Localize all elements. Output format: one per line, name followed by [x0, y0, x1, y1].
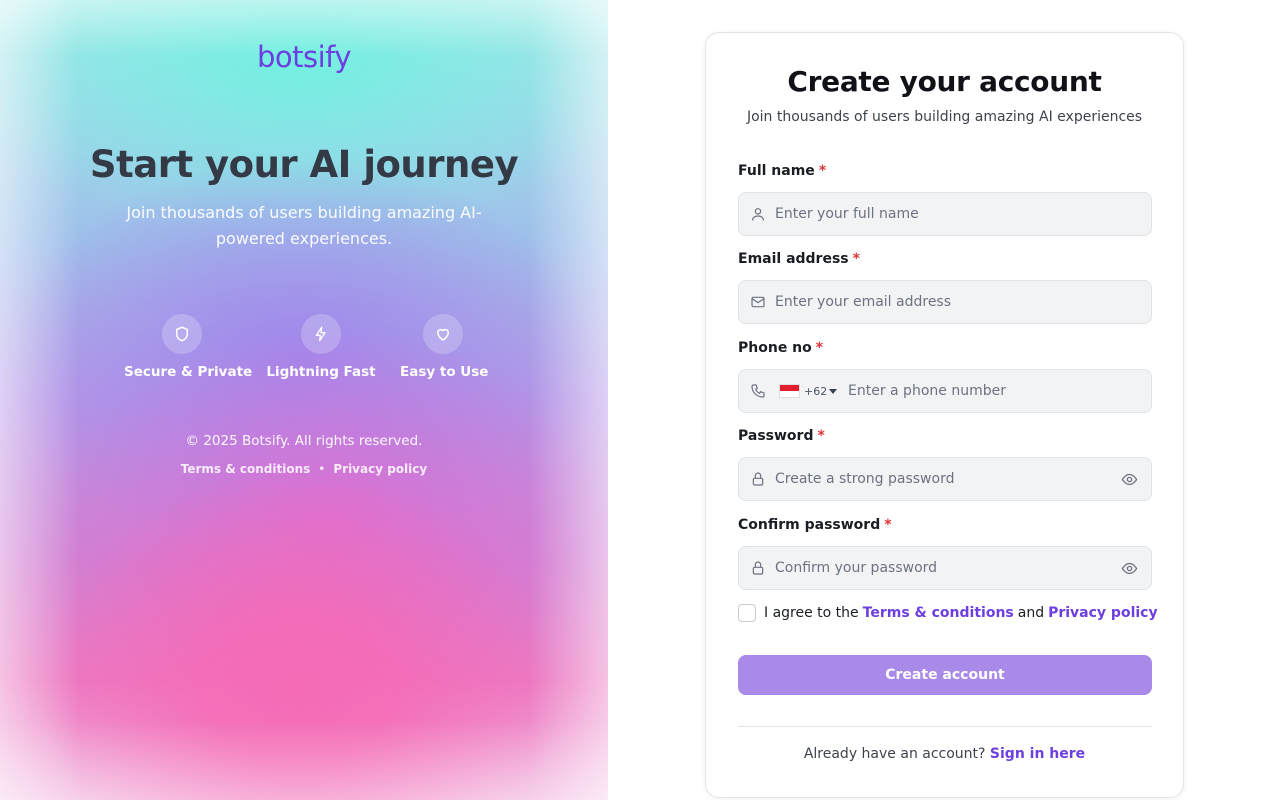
signup-card: Create your account Join thousands of us…	[705, 32, 1184, 798]
phone-box: +62	[738, 369, 1152, 413]
signin-prompt: Already have an account?	[803, 746, 986, 762]
hero-title: Start your AI journey	[89, 143, 519, 186]
full-name-field: Full name *	[738, 162, 1152, 236]
hero-panel: botsify Start your AI journey Join thous…	[0, 0, 608, 800]
email-label: Email address	[738, 251, 849, 267]
shield-icon	[162, 314, 202, 354]
hero-subtitle: Join thousands of users building amazing…	[126, 203, 482, 248]
required-mark: *	[884, 517, 892, 533]
feature-fast: Lightning Fast	[266, 314, 376, 380]
feature-label: Lightning Fast	[266, 364, 376, 380]
mail-icon	[751, 296, 765, 308]
full-name-box	[738, 192, 1152, 236]
terms-link[interactable]: Terms & conditions	[863, 605, 1014, 621]
eye-icon[interactable]	[1121, 560, 1138, 577]
brand-logo: botsify	[256, 40, 352, 74]
indonesia-flag-icon	[779, 384, 800, 398]
signin-link[interactable]: Sign in here	[990, 746, 1085, 762]
user-icon	[752, 208, 764, 221]
required-mark: *	[817, 428, 825, 444]
link-separator: •	[318, 462, 326, 476]
create-account-button[interactable]: Create account	[738, 655, 1152, 695]
signin-row: Already have an account? Sign in here	[706, 746, 1183, 762]
confirm-password-field: Confirm password *	[738, 516, 1152, 590]
bolt-icon	[301, 314, 341, 354]
feature-label: Secure & Private	[124, 364, 253, 380]
required-mark: *	[815, 340, 824, 356]
phone-input[interactable]	[848, 370, 1111, 412]
password-field: Password *	[738, 427, 1152, 501]
email-field: Email address *	[738, 250, 1152, 324]
divider	[738, 726, 1152, 727]
feature-label: Easy to Use	[400, 364, 489, 380]
form-subtitle: Join thousands of users building amazing…	[746, 109, 1143, 125]
terms-link[interactable]: Terms & conditions	[181, 462, 311, 476]
dial-code: +62	[804, 384, 828, 398]
phone-label: Phone no	[738, 340, 812, 356]
privacy-link[interactable]: Privacy policy	[1048, 605, 1158, 621]
copyright-text: © 2025 Botsify. All rights reserved.	[185, 433, 423, 449]
confirm-password-label: Confirm password	[738, 517, 881, 533]
chevron-down-icon	[829, 388, 838, 394]
agree-prefix: I agree to the	[764, 605, 859, 621]
agree-and: and	[1017, 605, 1045, 621]
country-code-dropdown[interactable]: +62	[779, 381, 838, 401]
heart-icon	[423, 314, 463, 354]
email-input[interactable]	[775, 281, 1111, 323]
full-name-input[interactable]	[775, 193, 1111, 235]
password-input[interactable]	[775, 458, 1111, 500]
legal-links: Terms & conditions • Privacy policy	[0, 462, 608, 476]
phone-field: Phone no * +62	[738, 339, 1152, 413]
email-box	[738, 280, 1152, 324]
feature-secure: Secure & Private	[124, 314, 253, 380]
form-title: Create your account	[787, 65, 1102, 98]
terms-agreement: I agree to the Terms & conditions and Pr…	[738, 604, 1158, 622]
password-label: Password	[738, 428, 814, 444]
confirm-password-box	[738, 546, 1152, 590]
eye-icon[interactable]	[1121, 471, 1138, 488]
feature-easy: Easy to Use	[400, 314, 489, 380]
phone-icon	[751, 384, 765, 398]
agree-checkbox[interactable]	[738, 604, 756, 622]
required-mark: *	[852, 251, 860, 267]
full-name-label: Full name	[738, 163, 815, 179]
password-box	[738, 457, 1152, 501]
lock-icon	[752, 561, 764, 575]
required-mark: *	[818, 163, 827, 179]
privacy-link[interactable]: Privacy policy	[333, 462, 427, 476]
confirm-password-input[interactable]	[775, 547, 1111, 589]
lock-icon	[752, 472, 764, 486]
